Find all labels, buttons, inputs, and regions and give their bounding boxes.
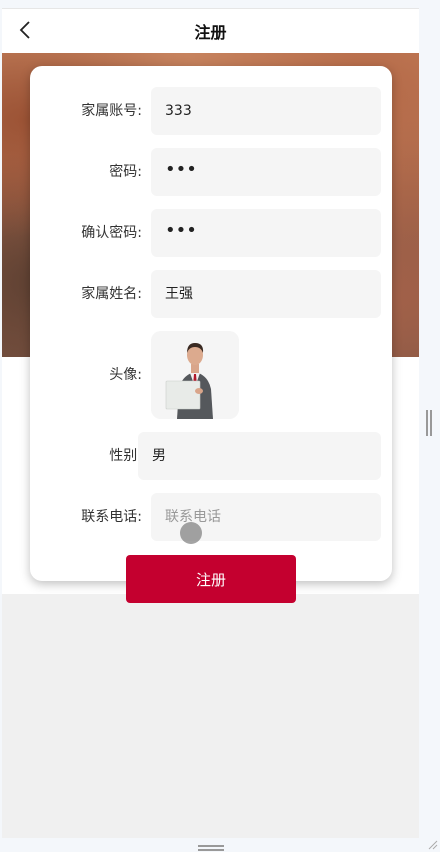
top-bar: 注册 — [2, 9, 419, 53]
account-row: 家属账号: 333 — [30, 87, 392, 135]
name-label: 家属姓名: — [81, 286, 142, 302]
touch-cursor — [180, 522, 202, 544]
register-form-card: 家属账号: 333 密码: ••• 确认密码: ••• 家属姓名: 王强 头像: — [30, 66, 392, 581]
avatar-upload[interactable] — [151, 331, 239, 419]
register-submit-button[interactable]: 注册 — [126, 555, 296, 603]
gender-row: 性别: 男 — [30, 432, 392, 480]
avatar-row: 头像: — [30, 331, 392, 419]
chevron-left-icon[interactable] — [14, 19, 36, 41]
avatar-label: 头像: — [109, 367, 142, 383]
confirm-password-row: 确认密码: ••• — [30, 209, 392, 257]
password-row: 密码: ••• — [30, 148, 392, 196]
confirm-password-label: 确认密码: — [81, 225, 142, 241]
confirm-password-input[interactable]: ••• — [151, 209, 381, 257]
name-input[interactable]: 王强 — [151, 270, 381, 318]
password-input[interactable]: ••• — [151, 148, 381, 196]
resize-corner-icon[interactable] — [428, 840, 438, 850]
password-label: 密码: — [109, 164, 142, 180]
page-title: 注册 — [194, 23, 227, 42]
name-row: 家属姓名: 王强 — [30, 270, 392, 318]
phone-label: 联系电话: — [81, 509, 142, 525]
avatar-image — [151, 331, 239, 419]
account-label: 家属账号: — [81, 103, 142, 119]
phone-row: 联系电话: 联系电话 — [30, 493, 392, 541]
account-input[interactable]: 333 — [151, 87, 381, 135]
side-resize-handle[interactable] — [426, 410, 432, 436]
app-screen: 注册 家属账号: 333 密码: ••• 确认密码: ••• 家属姓名: 王强 … — [2, 8, 419, 838]
gender-select[interactable]: 男 — [138, 432, 381, 480]
bottom-resize-handle[interactable] — [198, 845, 224, 851]
